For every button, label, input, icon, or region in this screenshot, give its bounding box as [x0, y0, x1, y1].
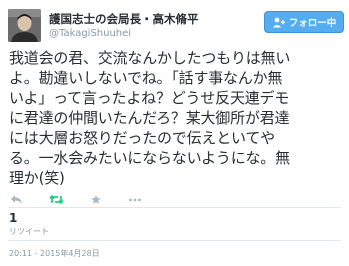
- divider: [8, 240, 341, 241]
- avatar[interactable]: [8, 9, 41, 42]
- user-handle[interactable]: @TakagiShuuhei: [49, 28, 131, 39]
- tweet-actions: [10, 194, 142, 208]
- tweet-line: いよ」って言ったよね？どうせ反天連デモ: [9, 89, 290, 107]
- divider: [8, 207, 341, 208]
- retweets-label[interactable]: リツイート: [9, 226, 49, 237]
- add-user-icon: [272, 17, 285, 27]
- tweet-line: 理か(笑): [9, 169, 65, 187]
- tweet-line: に君達の仲間いたんだろ？某大御所が君達: [9, 109, 290, 127]
- more-icon[interactable]: [128, 194, 142, 208]
- reply-icon[interactable]: [10, 194, 23, 208]
- tweet-timestamp[interactable]: 20:11 - 2015年4月28日: [9, 248, 100, 259]
- tweet-line: には大層お怒りだったので伝えといてや: [9, 129, 275, 147]
- tweet-line: 我道会の君、交流なんかしたつもりは無い: [9, 49, 291, 67]
- tweet-line: よ。勘違いしないでね。「話す事なんか無: [9, 69, 283, 87]
- retweets-count[interactable]: 1: [9, 211, 17, 225]
- retweet-icon[interactable]: [49, 194, 64, 208]
- tweet-text: 我道会の君、交流なんかしたつもりは無い よ。勘違いしないでね。「話す事なんか無 …: [9, 48, 344, 188]
- following-button[interactable]: フォロー中: [264, 11, 344, 33]
- following-button-label: フォロー中: [288, 18, 337, 29]
- display-name[interactable]: 護国志士の会局長・高木脩平: [49, 11, 199, 27]
- tweet-line: る。一水会みたいにならないようにな。無: [9, 149, 290, 167]
- favorite-icon[interactable]: [90, 194, 102, 208]
- profile-photo: [8, 9, 41, 42]
